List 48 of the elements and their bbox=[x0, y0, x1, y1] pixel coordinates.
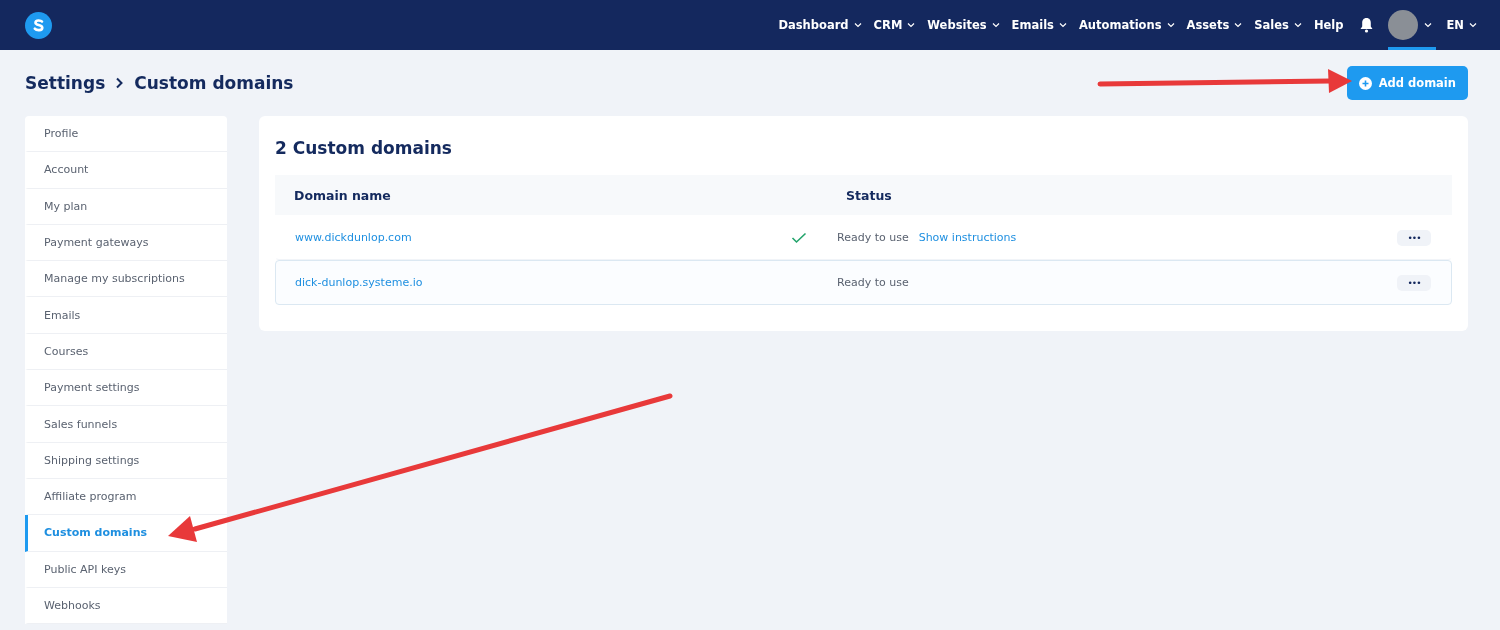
chevron-down-icon bbox=[853, 22, 862, 28]
chevron-down-icon bbox=[1293, 22, 1302, 28]
nav-menu-item[interactable]: Websites bbox=[926, 18, 1001, 32]
sidebar-item[interactable]: Affiliate program bbox=[25, 478, 227, 516]
sidebar-item[interactable]: Payment settings bbox=[25, 370, 227, 407]
sidebar-item[interactable]: Shipping settings bbox=[25, 442, 227, 479]
sidebar-item[interactable]: Profile bbox=[25, 116, 227, 153]
sidebar-item[interactable]: Emails bbox=[25, 297, 227, 334]
sidebar-item[interactable]: Manage my subscriptions bbox=[25, 261, 227, 298]
plus-circle-icon bbox=[1358, 76, 1372, 90]
nav-menu-item[interactable]: Help bbox=[1312, 18, 1345, 32]
status-text: Ready to use bbox=[837, 276, 909, 289]
page-title: Custom domains bbox=[134, 73, 294, 93]
nav-menu-item[interactable]: Automations bbox=[1077, 18, 1176, 32]
chevron-down-icon bbox=[1058, 22, 1067, 28]
bell-icon[interactable] bbox=[1358, 17, 1374, 33]
sidebar-item[interactable]: Public API keys bbox=[25, 551, 227, 588]
chevron-right-icon bbox=[115, 77, 125, 89]
nav-menu-item[interactable]: Sales bbox=[1253, 18, 1303, 32]
sidebar-item[interactable]: Sales funnels bbox=[25, 406, 227, 443]
status-text: Ready to use bbox=[837, 231, 909, 244]
chevron-down-icon bbox=[907, 22, 916, 28]
domain-link[interactable]: dick-dunlop.systeme.io bbox=[295, 276, 791, 289]
chevron-down-icon bbox=[991, 22, 1000, 28]
column-header: Status bbox=[846, 187, 892, 203]
more-options-button[interactable]: ••• bbox=[1397, 229, 1431, 246]
language-selector[interactable]: EN bbox=[1445, 18, 1478, 32]
sidebar-item[interactable]: Webhooks bbox=[25, 587, 227, 625]
breadcrumb-link[interactable]: Settings bbox=[25, 73, 106, 93]
column-header: Domain name bbox=[294, 187, 392, 203]
nav-menu-item[interactable]: Assets bbox=[1185, 18, 1244, 32]
sidebar-item[interactable]: Courses bbox=[25, 333, 227, 371]
sidebar-item[interactable]: Account bbox=[25, 152, 227, 189]
sidebar-item[interactable]: My plan bbox=[25, 188, 227, 225]
nav-menu-item[interactable]: CRM bbox=[872, 18, 917, 32]
avatar[interactable] bbox=[1387, 10, 1418, 40]
nav-menu-item[interactable]: Dashboard bbox=[777, 18, 863, 32]
nav-menu-item[interactable]: Emails bbox=[1010, 18, 1068, 32]
more-options-button[interactable]: ••• bbox=[1397, 274, 1431, 291]
chevron-down-icon bbox=[1166, 22, 1175, 28]
chevron-down-icon bbox=[1469, 22, 1477, 28]
card-title: 2 Custom domains bbox=[275, 138, 453, 158]
domain-link[interactable]: www.dickdunlop.com bbox=[295, 231, 791, 244]
chevron-down-icon bbox=[1234, 22, 1243, 28]
show-instructions-link[interactable]: Show instructions bbox=[918, 231, 1017, 244]
logo-icon[interactable] bbox=[25, 11, 52, 39]
sidebar-item[interactable]: Payment gateways bbox=[25, 224, 227, 262]
chevron-down-icon bbox=[1423, 22, 1432, 28]
